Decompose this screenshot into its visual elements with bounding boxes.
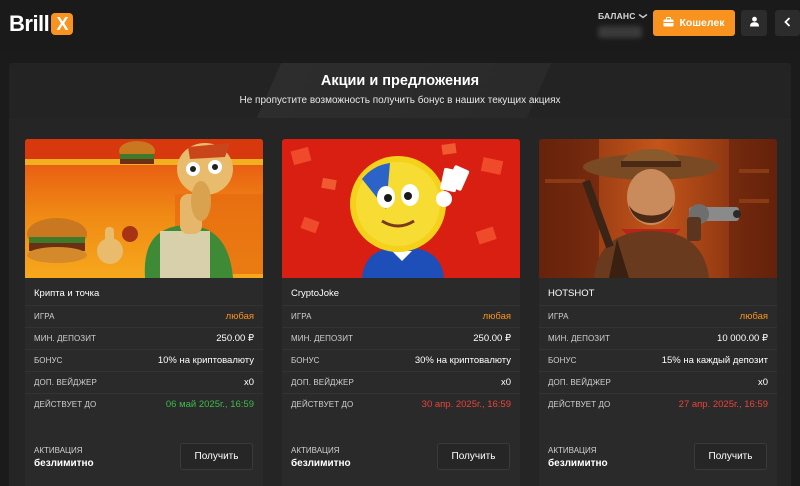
- row-value: любая: [225, 311, 254, 322]
- promo-card: HOTSHOT ИГРА любая МИН. ДЕПОЗИТ 10 000.0…: [539, 139, 777, 486]
- get-bonus-button[interactable]: Получить: [180, 443, 253, 470]
- row-value: x0: [243, 377, 254, 388]
- promo-row-game: ИГРА любая: [539, 305, 777, 327]
- row-label: ИГРА: [34, 312, 55, 321]
- promo-row-game: ИГРА любая: [282, 305, 520, 327]
- row-value: x0: [757, 377, 768, 388]
- row-label: ДЕЙСТВУЕТ ДО: [548, 400, 611, 409]
- row-label: МИН. ДЕПОЗИТ: [291, 334, 354, 343]
- promotions-hero: Акции и предложения Не пропустите возмож…: [9, 63, 791, 118]
- promo-card-name: Крипта и точка: [34, 288, 100, 299]
- row-label: ДОП. ВЕЙДЖЕР: [548, 378, 611, 387]
- activation-label: АКТИВАЦИЯ: [34, 446, 83, 455]
- promo-row-wager: ДОП. ВЕЙДЖЕР x0: [539, 371, 777, 393]
- row-label: БОНУС: [548, 356, 577, 365]
- get-bonus-button[interactable]: Получить: [437, 443, 510, 470]
- promo-row-wager: ДОП. ВЕЙДЖЕР x0: [25, 371, 263, 393]
- row-label: БОНУС: [291, 356, 320, 365]
- page-subtitle: Не пропустите возможность получить бонус…: [239, 95, 561, 106]
- row-label: ДЕЙСТВУЕТ ДО: [34, 400, 97, 409]
- top-header: Brill X БАЛАНС Кошелек: [0, 0, 800, 50]
- promo-row-min-deposit: МИН. ДЕПОЗИТ 250.00 ₽: [282, 327, 520, 349]
- row-value: 250.00 ₽: [216, 333, 254, 344]
- chevron-down-icon: [637, 12, 648, 21]
- wallet-label: Кошелек: [679, 17, 725, 29]
- promo-row-bonus: БОНУС 15% на каждый депозит: [539, 349, 777, 371]
- row-value: 06 май 2025г., 16:59: [165, 399, 254, 410]
- balance-label: БАЛАНС: [598, 11, 636, 21]
- row-label: МИН. ДЕПОЗИТ: [548, 334, 611, 343]
- balance-label-row: БАЛАНС: [598, 11, 648, 21]
- promo-card-name: HOTSHOT: [548, 288, 595, 299]
- promo-row-min-deposit: МИН. ДЕПОЗИТ 250.00 ₽: [25, 327, 263, 349]
- briefcase-icon: [663, 16, 674, 30]
- promo-row-game: ИГРА любая: [25, 305, 263, 327]
- row-label: МИН. ДЕПОЗИТ: [34, 334, 97, 343]
- promo-card-image: [282, 139, 520, 278]
- promo-row-bonus: БОНУС 10% на криптовалюту: [25, 349, 263, 371]
- balance-dropdown[interactable]: БАЛАНС: [598, 11, 648, 41]
- row-value: 30 апр. 2025г., 16:59: [421, 399, 511, 410]
- activation-value: безлимитно: [548, 458, 608, 469]
- row-value: x0: [500, 377, 511, 388]
- wallet-button[interactable]: Кошелек: [653, 10, 735, 36]
- row-label: ДОП. ВЕЙДЖЕР: [34, 378, 97, 387]
- promo-row-wager: ДОП. ВЕЙДЖЕР x0: [282, 371, 520, 393]
- activation-value: безлимитно: [34, 458, 94, 469]
- row-value: 27 апр. 2025г., 16:59: [678, 399, 768, 410]
- promo-card-image: [539, 139, 777, 278]
- row-value: 250.00 ₽: [473, 333, 511, 344]
- promo-card-image: [25, 139, 263, 278]
- activation-value: безлимитно: [291, 458, 351, 469]
- promo-card: Крипта и точка ИГРА любая МИН. ДЕПОЗИТ 2…: [25, 139, 263, 486]
- row-label: ИГРА: [291, 312, 312, 321]
- promo-row-min-deposit: МИН. ДЕПОЗИТ 10 000.00 ₽: [539, 327, 777, 349]
- brand-logo[interactable]: Brill X: [9, 11, 74, 36]
- promo-card: CryptoJoke ИГРА любая МИН. ДЕПОЗИТ 250.0…: [282, 139, 520, 486]
- promotions-panel: Акции и предложения Не пропустите возмож…: [9, 63, 791, 486]
- row-value: любая: [482, 311, 511, 322]
- promo-row-valid-until: ДЕЙСТВУЕТ ДО 06 май 2025г., 16:59: [25, 393, 263, 415]
- promo-row-valid-until: ДЕЙСТВУЕТ ДО 30 апр. 2025г., 16:59: [282, 393, 520, 415]
- page-title: Акции и предложения: [320, 73, 480, 89]
- row-value: 10 000.00 ₽: [717, 333, 768, 344]
- row-value: 30% на криптовалюту: [414, 355, 511, 366]
- promo-row-valid-until: ДЕЙСТВУЕТ ДО 27 апр. 2025г., 16:59: [539, 393, 777, 415]
- promo-card-name: CryptoJoke: [291, 288, 340, 299]
- row-label: БОНУС: [34, 356, 63, 365]
- get-bonus-button[interactable]: Получить: [694, 443, 767, 470]
- row-label: ДОП. ВЕЙДЖЕР: [291, 378, 354, 387]
- row-label: ИГРА: [548, 312, 569, 321]
- chevron-left-icon: [784, 14, 791, 32]
- row-label: ДЕЙСТВУЕТ ДО: [291, 400, 354, 409]
- row-value: 15% на каждый депозит: [661, 355, 768, 366]
- profile-button[interactable]: [741, 10, 767, 36]
- logo-text: Brill: [9, 11, 50, 36]
- promo-row-bonus: БОНУС 30% на криптовалюту: [282, 349, 520, 371]
- activation-label: АКТИВАЦИЯ: [548, 446, 597, 455]
- row-value: 10% на криптовалюту: [157, 355, 254, 366]
- collapse-button[interactable]: [775, 10, 800, 36]
- user-icon: [749, 14, 760, 32]
- balance-value-hidden: [598, 26, 642, 38]
- row-value: любая: [739, 311, 768, 322]
- activation-label: АКТИВАЦИЯ: [291, 446, 340, 455]
- logo-x-badge: X: [51, 13, 74, 35]
